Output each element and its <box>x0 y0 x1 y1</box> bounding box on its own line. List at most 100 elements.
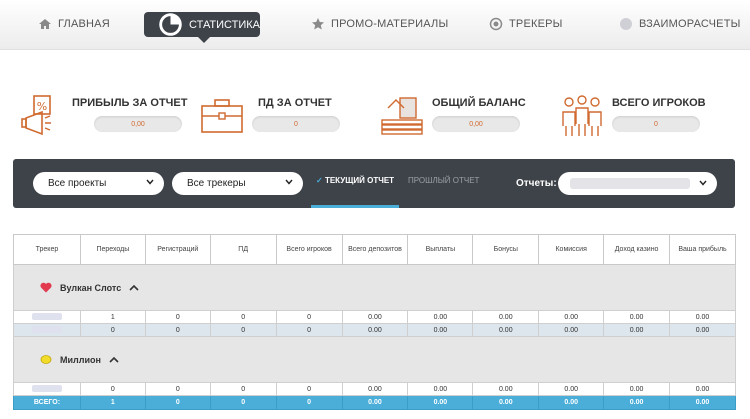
projects-select[interactable]: Все проекты <box>33 172 164 195</box>
tracker-cell[interactable] <box>13 323 81 337</box>
stat-balance-title: ОБЩИЙ БАЛАНС <box>432 97 526 109</box>
nav-settlements-label: ВЗАИМОРАСЧЕТЫ <box>639 18 741 30</box>
statistics-table: Трекер Переходы Регистраций ПД Всего игр… <box>13 234 736 410</box>
total-cell: 0 <box>144 395 211 410</box>
reports-select-redacted <box>570 178 690 189</box>
column-header[interactable]: Комиссия <box>538 234 605 265</box>
stat-pd-title: ПД ЗА ОТЧЕТ <box>258 97 332 109</box>
column-header[interactable]: Переходы <box>79 234 146 265</box>
table-cell: 0.00 <box>472 310 540 324</box>
table-cell: 0 <box>209 382 277 396</box>
nav-promo[interactable]: ПРОМО-МАТЕРИАЛЫ <box>311 12 448 36</box>
project-group-cell[interactable]: Вулкан Слотс <box>13 264 736 311</box>
column-header[interactable]: ПД <box>209 234 277 265</box>
column-header[interactable]: Всего депозитов <box>341 234 409 265</box>
redacted-tracker <box>31 312 62 320</box>
table-row: 1 0 0 0 0.00 0.00 0.00 0.00 0.00 0.00 <box>13 310 736 324</box>
table-cell: 0 <box>144 382 211 396</box>
column-header[interactable]: Всего игроков <box>275 234 343 265</box>
stat-pd-value: 0 <box>252 116 340 132</box>
chevron-down-icon <box>699 180 707 186</box>
reports-select[interactable] <box>558 172 717 195</box>
star-icon <box>312 18 324 30</box>
table-cell: 0 <box>144 310 211 324</box>
table-cell: 0.00 <box>538 310 605 324</box>
top-navigation: ГЛАВНАЯ СТАТИСТИКА ПРОМО-МАТЕРИАЛЫ ТРЕКЕ… <box>0 0 750 50</box>
target-icon <box>489 17 503 31</box>
table-cell: 0.00 <box>669 310 736 324</box>
stat-balance-value: 0,00 <box>432 116 520 132</box>
table-cell: 0.00 <box>407 310 474 324</box>
table-cell: 0.00 <box>669 382 736 396</box>
pie-chart-icon <box>159 13 182 36</box>
trackers-select[interactable]: Все трекеры <box>172 172 303 195</box>
redacted-tracker <box>31 325 62 333</box>
table-cell: 0.00 <box>538 382 605 396</box>
chevron-up-icon[interactable] <box>129 284 139 292</box>
nav-home[interactable]: ГЛАВНАЯ <box>38 12 110 36</box>
money-stack-icon <box>381 97 423 135</box>
total-cell: 0.00 <box>669 395 736 410</box>
column-header[interactable]: Доход казино <box>603 234 671 265</box>
percent-megaphone-icon: % <box>21 95 51 136</box>
total-cell: 0 <box>275 395 343 410</box>
nav-settlements[interactable]: ВЗАИМОРАСЧЕТЫ <box>619 12 741 36</box>
table-cell: 0.00 <box>341 323 409 337</box>
nav-statistics[interactable]: СТАТИСТИКА <box>144 12 260 43</box>
table-cell: 0.00 <box>341 310 409 324</box>
column-header[interactable]: Бонусы <box>472 234 540 265</box>
lemon-icon <box>40 355 52 364</box>
tab-previous-report-label: ПРОШЛЫЙ ОТЧЕТ <box>408 176 480 185</box>
coin-icon <box>620 18 632 30</box>
table-cell: 0.00 <box>669 323 736 337</box>
project-group-row[interactable]: Миллион <box>13 336 736 383</box>
table-cell: 0 <box>275 323 343 337</box>
total-cell: 0 <box>209 395 277 410</box>
column-header[interactable]: Выплаты <box>407 234 474 265</box>
chevron-up-icon[interactable] <box>109 356 119 364</box>
column-header[interactable]: Ваша прибыль <box>669 234 736 265</box>
table-row: 0 0 0 0 0.00 0.00 0.00 0.00 0.00 0.00 <box>13 323 736 337</box>
project-group-cell[interactable]: Миллион <box>13 336 736 383</box>
home-icon <box>39 19 51 29</box>
table-cell: 0 <box>209 323 277 337</box>
column-header[interactable]: Трекер <box>13 234 81 265</box>
tracker-cell[interactable] <box>13 310 81 324</box>
table-cell: 0.00 <box>603 310 671 324</box>
table-cell: 0 <box>79 323 146 337</box>
table-cell: 0.00 <box>472 323 540 337</box>
table-row: 0 0 0 0 0.00 0.00 0.00 0.00 0.00 0.00 <box>13 382 736 396</box>
table-cell: 1 <box>79 310 146 324</box>
table-cell: 0 <box>275 382 343 396</box>
stat-profit-value: 0,00 <box>94 116 182 132</box>
check-icon: ✓ <box>316 176 323 185</box>
project-name: Миллион <box>60 354 101 365</box>
tab-current-report[interactable]: ✓ ТЕКУЩИЙ ОТЧЕТ <box>316 176 394 185</box>
tab-previous-report[interactable]: ПРОШЛЫЙ ОТЧЕТ <box>408 176 479 185</box>
nav-trackers[interactable]: ТРЕКЕРЫ <box>489 12 563 36</box>
project-name: Вулкан Слотс <box>60 282 122 293</box>
table-header-row: Трекер Переходы Регистраций ПД Всего игр… <box>13 234 736 265</box>
total-cell: 0.00 <box>472 395 540 410</box>
total-cell: 1 <box>79 395 146 410</box>
total-cell: 0.00 <box>538 395 605 410</box>
players-icon <box>562 95 602 136</box>
tracker-cell[interactable] <box>13 382 81 396</box>
table-cell: 0 <box>209 310 277 324</box>
stat-players-value: 0 <box>612 116 700 132</box>
table-cell: 0.00 <box>407 323 474 337</box>
project-group-row[interactable]: Вулкан Слотс <box>13 264 736 311</box>
chevron-down-icon <box>285 179 293 185</box>
briefcase-icon <box>201 99 243 133</box>
total-cell: 0.00 <box>603 395 671 410</box>
active-tab-indicator <box>311 205 399 208</box>
table-cell: 0.00 <box>407 382 474 396</box>
stat-profit-title: ПРИБЫЛЬ ЗА ОТЧЕТ <box>72 97 188 109</box>
svg-text:%: % <box>37 100 47 113</box>
nav-home-label: ГЛАВНАЯ <box>58 18 110 30</box>
table-cell: 0.00 <box>341 382 409 396</box>
table-cell: 0 <box>79 382 146 396</box>
total-label: ВСЕГО: <box>13 395 81 410</box>
total-row: ВСЕГО: 1 0 0 0 0.00 0.00 0.00 0.00 0.00 … <box>13 395 736 410</box>
column-header[interactable]: Регистраций <box>144 234 211 265</box>
